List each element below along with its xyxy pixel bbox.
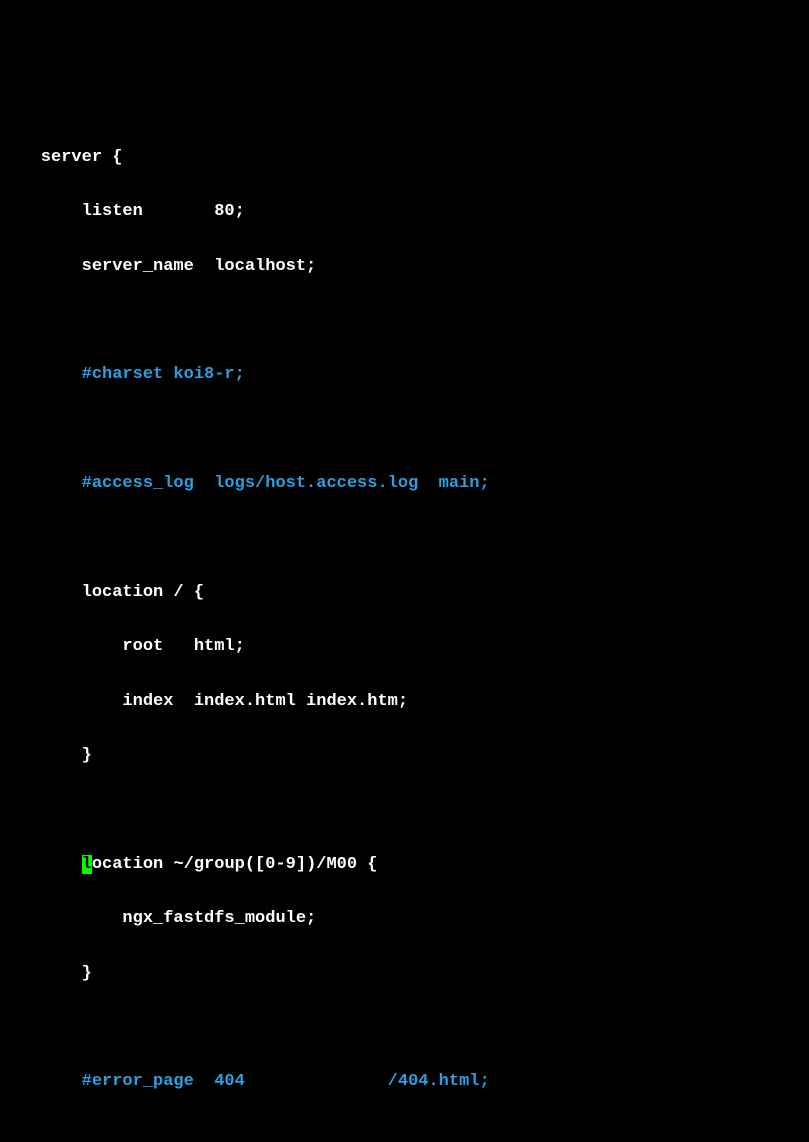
- code-line: [0, 416, 809, 443]
- code-line: [0, 307, 809, 334]
- code-line: server {: [0, 144, 809, 171]
- code-text: [0, 855, 82, 874]
- code-line: root html;: [0, 633, 809, 660]
- code-line: [0, 525, 809, 552]
- code-line: [0, 1014, 809, 1041]
- code-line: location / {: [0, 579, 809, 606]
- code-line: }: [0, 960, 809, 987]
- comment-line: #error_page 404 /404.html;: [0, 1068, 809, 1095]
- code-text: ocation ~/group([0-9])/M00 {: [92, 855, 378, 874]
- code-line: ngx_fastdfs_module;: [0, 905, 809, 932]
- code-line: index index.html index.htm;: [0, 688, 809, 715]
- code-line: [0, 1123, 809, 1142]
- code-line: listen 80;: [0, 198, 809, 225]
- comment-line: #charset koi8-r;: [0, 361, 809, 388]
- code-line: [0, 796, 809, 823]
- comment-line: #access_log logs/host.access.log main;: [0, 470, 809, 497]
- editor-viewport[interactable]: server { listen 80; server_name localhos…: [0, 117, 809, 1142]
- cursor: l: [82, 855, 92, 874]
- cursor-line: location ~/group([0-9])/M00 {: [0, 851, 809, 878]
- code-line: server_name localhost;: [0, 253, 809, 280]
- code-line: }: [0, 742, 809, 769]
